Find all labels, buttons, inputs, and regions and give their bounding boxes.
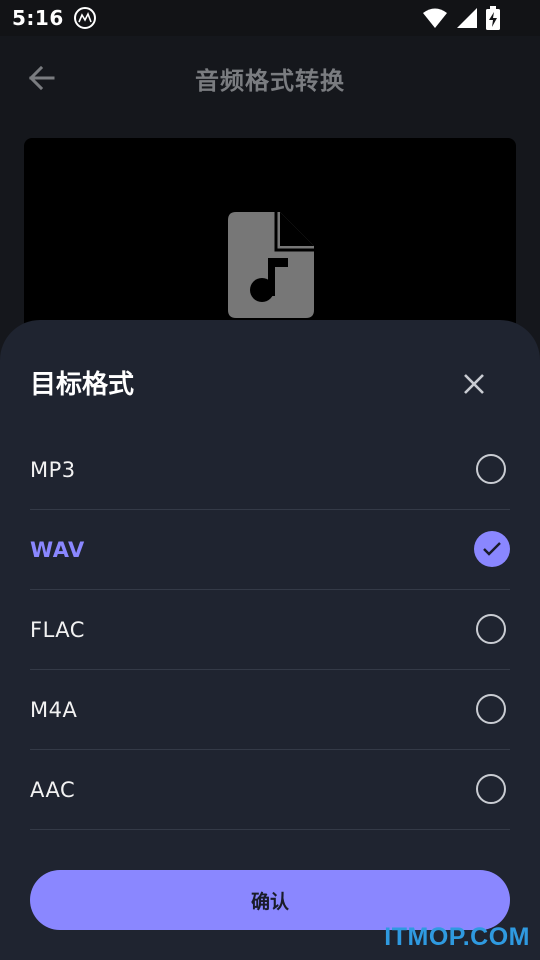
sheet-header: 目标格式: [30, 364, 510, 404]
battery-charging-icon: [486, 6, 500, 30]
option-mp3[interactable]: MP3: [30, 430, 510, 510]
radio-unchecked-icon[interactable]: [476, 454, 506, 484]
status-bar: 5:16: [0, 0, 540, 36]
radio-checked-icon[interactable]: [474, 531, 510, 567]
sheet-title: 目标格式: [30, 370, 135, 400]
confirm-button[interactable]: 确认: [30, 870, 510, 930]
format-bottom-sheet: 目标格式 MP3 WAV FLAC M4A AAC 确认: [0, 320, 540, 960]
status-icons: [422, 6, 500, 30]
arrow-left-icon: [28, 65, 55, 91]
radio-unchecked-icon[interactable]: [476, 694, 506, 724]
audio-file-icon: [228, 212, 314, 318]
checkmark-icon: [483, 542, 501, 556]
app-bar: 音频格式转换: [0, 36, 540, 120]
option-label: AAC: [30, 777, 76, 802]
format-options: MP3 WAV FLAC M4A AAC: [30, 430, 510, 830]
close-button[interactable]: [458, 368, 490, 400]
notification-app-icon: [73, 7, 96, 29]
signal-icon: [457, 8, 477, 28]
option-label: FLAC: [30, 617, 85, 642]
option-wav[interactable]: WAV: [30, 510, 510, 590]
watermark: ITMOP.COM: [384, 923, 530, 951]
wifi-icon: [423, 8, 447, 28]
back-button[interactable]: [26, 62, 58, 94]
option-m4a[interactable]: M4A: [30, 670, 510, 750]
status-time: 5:16: [12, 6, 64, 30]
option-flac[interactable]: FLAC: [30, 590, 510, 670]
option-label: M4A: [30, 697, 78, 722]
page-title: 音频格式转换: [195, 66, 345, 95]
option-label: WAV: [30, 537, 85, 562]
option-aac[interactable]: AAC: [30, 750, 510, 830]
close-icon: [464, 374, 484, 394]
screen: 5:16 音频格式转换 目标格式 MP3 WAV FLAC M4A AAC 确认…: [0, 0, 540, 960]
radio-unchecked-icon[interactable]: [476, 614, 506, 644]
option-label: MP3: [30, 457, 76, 482]
radio-unchecked-icon[interactable]: [476, 774, 506, 804]
